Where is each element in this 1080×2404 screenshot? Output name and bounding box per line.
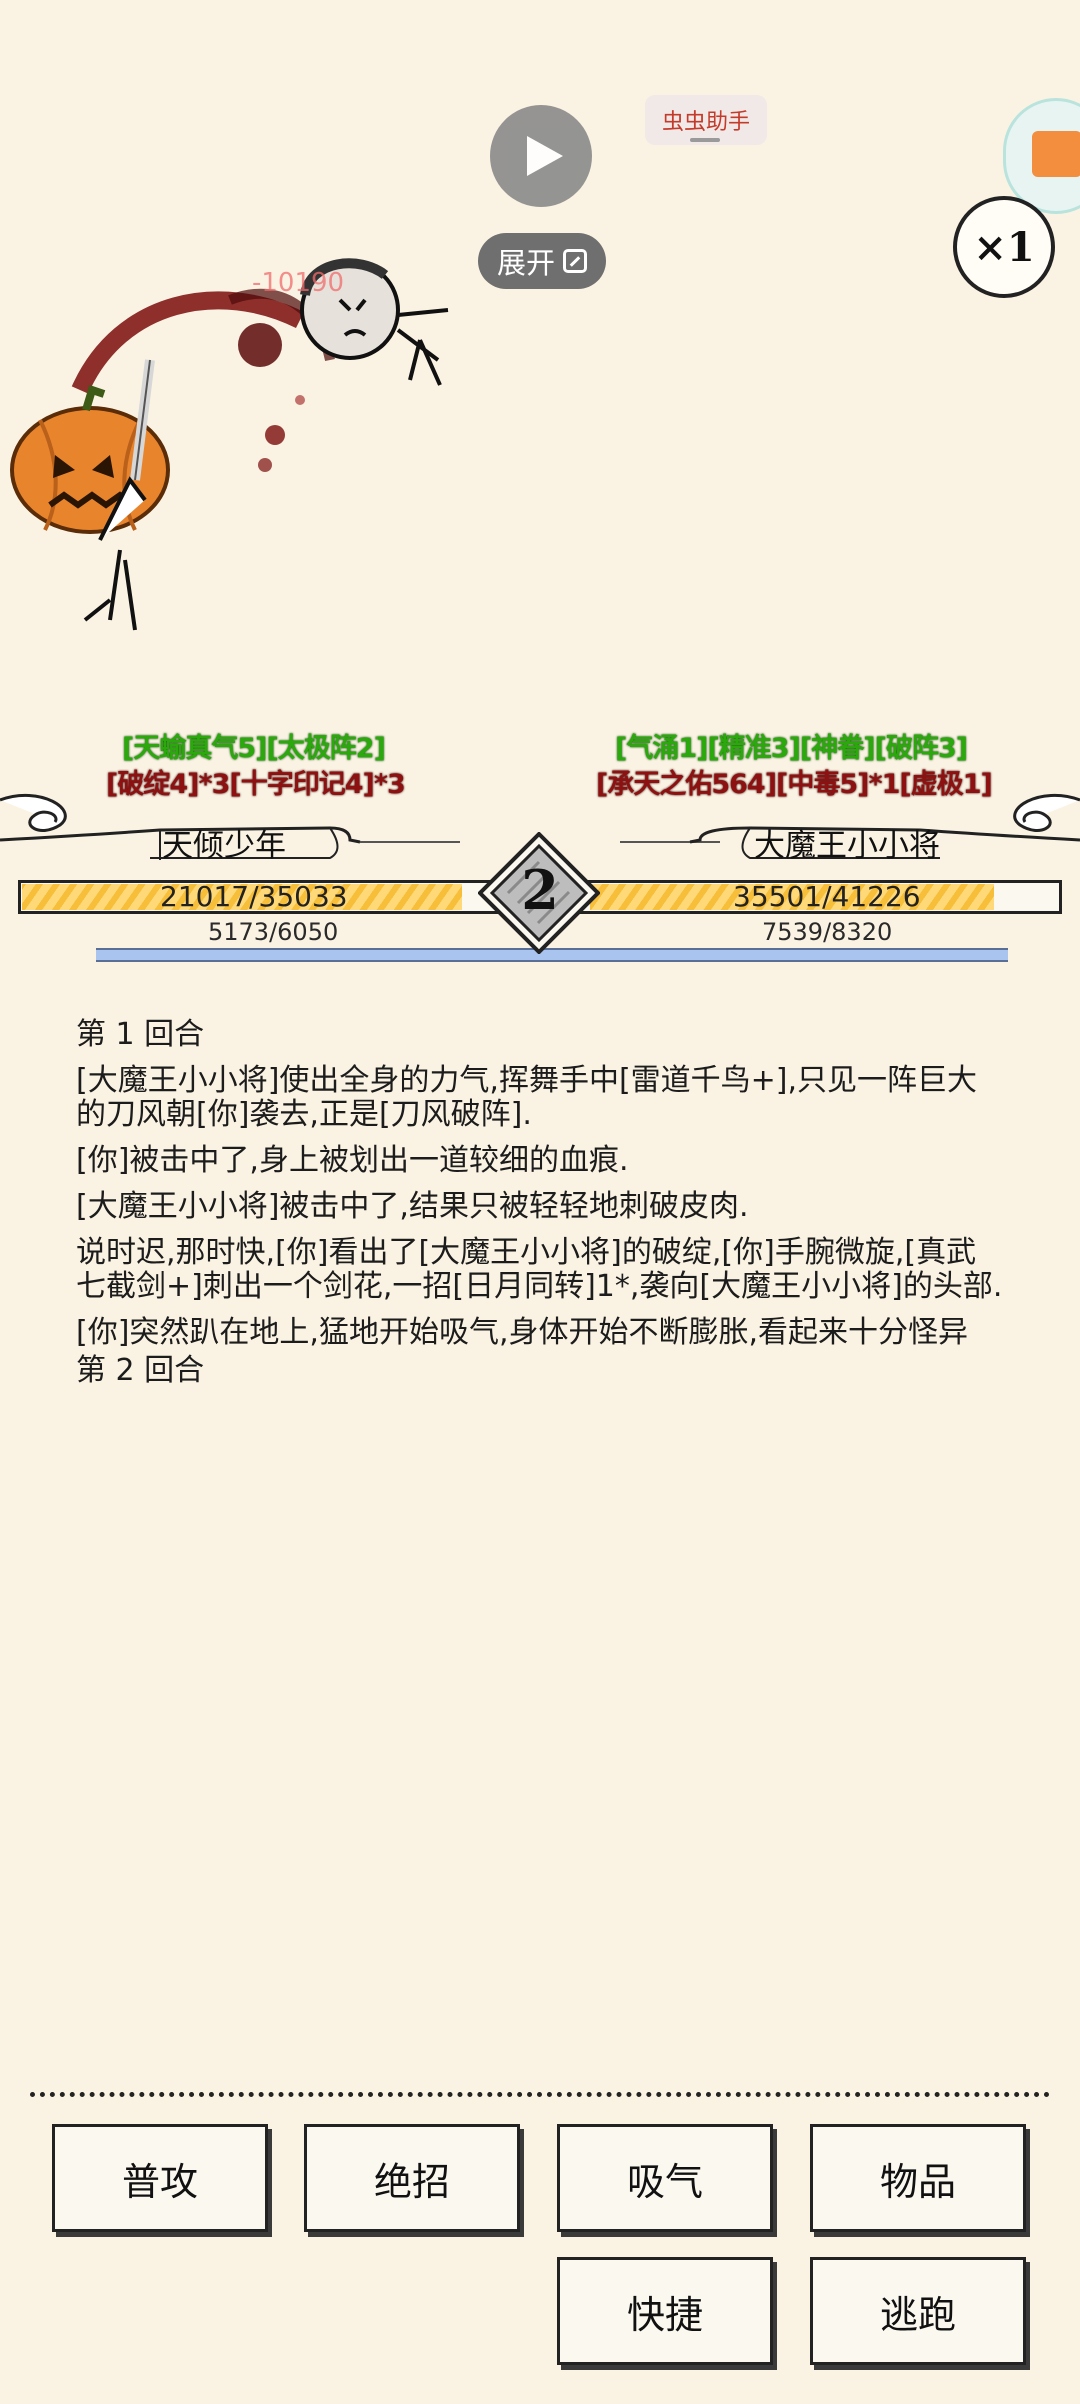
speed-label: ×1	[973, 223, 1035, 271]
player-mp-text: 5173/6050	[208, 918, 339, 946]
ultimate-button[interactable]: 绝招	[304, 2124, 520, 2232]
play-button[interactable]	[490, 105, 592, 207]
enemy-name: 大魔王小小将	[754, 828, 940, 864]
log-line: [你]被击中了,身上被划出一道较细的血痕.	[76, 1143, 629, 1178]
expand-icon	[563, 249, 587, 273]
log-line: 第 2 回合	[76, 1353, 205, 1388]
log-line: [你]突然趴在地上,猛地开始吸气,身体开始不断膨胀,看起来十分怪异	[76, 1315, 969, 1350]
speed-toggle-button[interactable]: ×1	[953, 196, 1055, 298]
enemy-hp-text: 35501/41226	[733, 880, 921, 913]
damage-popup: -10190	[252, 268, 345, 298]
assistant-handle	[690, 138, 720, 142]
enemy-buffs-positive: [气涌1][精准3][神眷][破阵3]	[615, 733, 968, 764]
log-line: [大魔王小小将]被击中了,结果只被轻轻地刺破皮肉.	[76, 1189, 749, 1224]
items-button[interactable]: 物品	[810, 2124, 1026, 2232]
log-line: [大魔王小小将]使出全身的力气,挥舞手中[雷道千鸟+],只见一阵巨大的刀风朝[你…	[76, 1063, 978, 1132]
round-number: 2	[521, 858, 559, 922]
log-line: 说时迟,那时快,[你]看出了[大魔王小小将]的破绽,[你]手腕微旋,[真武七截剑…	[76, 1235, 1003, 1304]
player-name: 天倾少年	[162, 828, 286, 864]
action-divider	[30, 2092, 1050, 2097]
enemy-mp-text: 7539/8320	[762, 918, 893, 946]
assistant-label: 虫虫助手	[661, 110, 750, 135]
breathe-button[interactable]: 吸气	[557, 2124, 773, 2232]
attack-button[interactable]: 普攻	[52, 2124, 268, 2232]
player-buffs-positive: [天蝓真气5][太极阵2]	[122, 733, 386, 764]
player-hp-text: 21017/35033	[160, 880, 348, 913]
battle-log: 第 1 回合 [大魔王小小将]使出全身的力气,挥舞手中[雷道千鸟+],只见一阵巨…	[76, 1018, 1006, 1400]
battle-scene	[10, 258, 449, 631]
pumpkin-character	[10, 359, 170, 631]
log-line: 第 1 回合	[76, 1017, 205, 1052]
play-icon	[527, 136, 563, 176]
quick-button[interactable]: 快捷	[557, 2257, 773, 2365]
app-logo-icon	[1032, 131, 1080, 177]
flee-button[interactable]: 逃跑	[810, 2257, 1026, 2365]
